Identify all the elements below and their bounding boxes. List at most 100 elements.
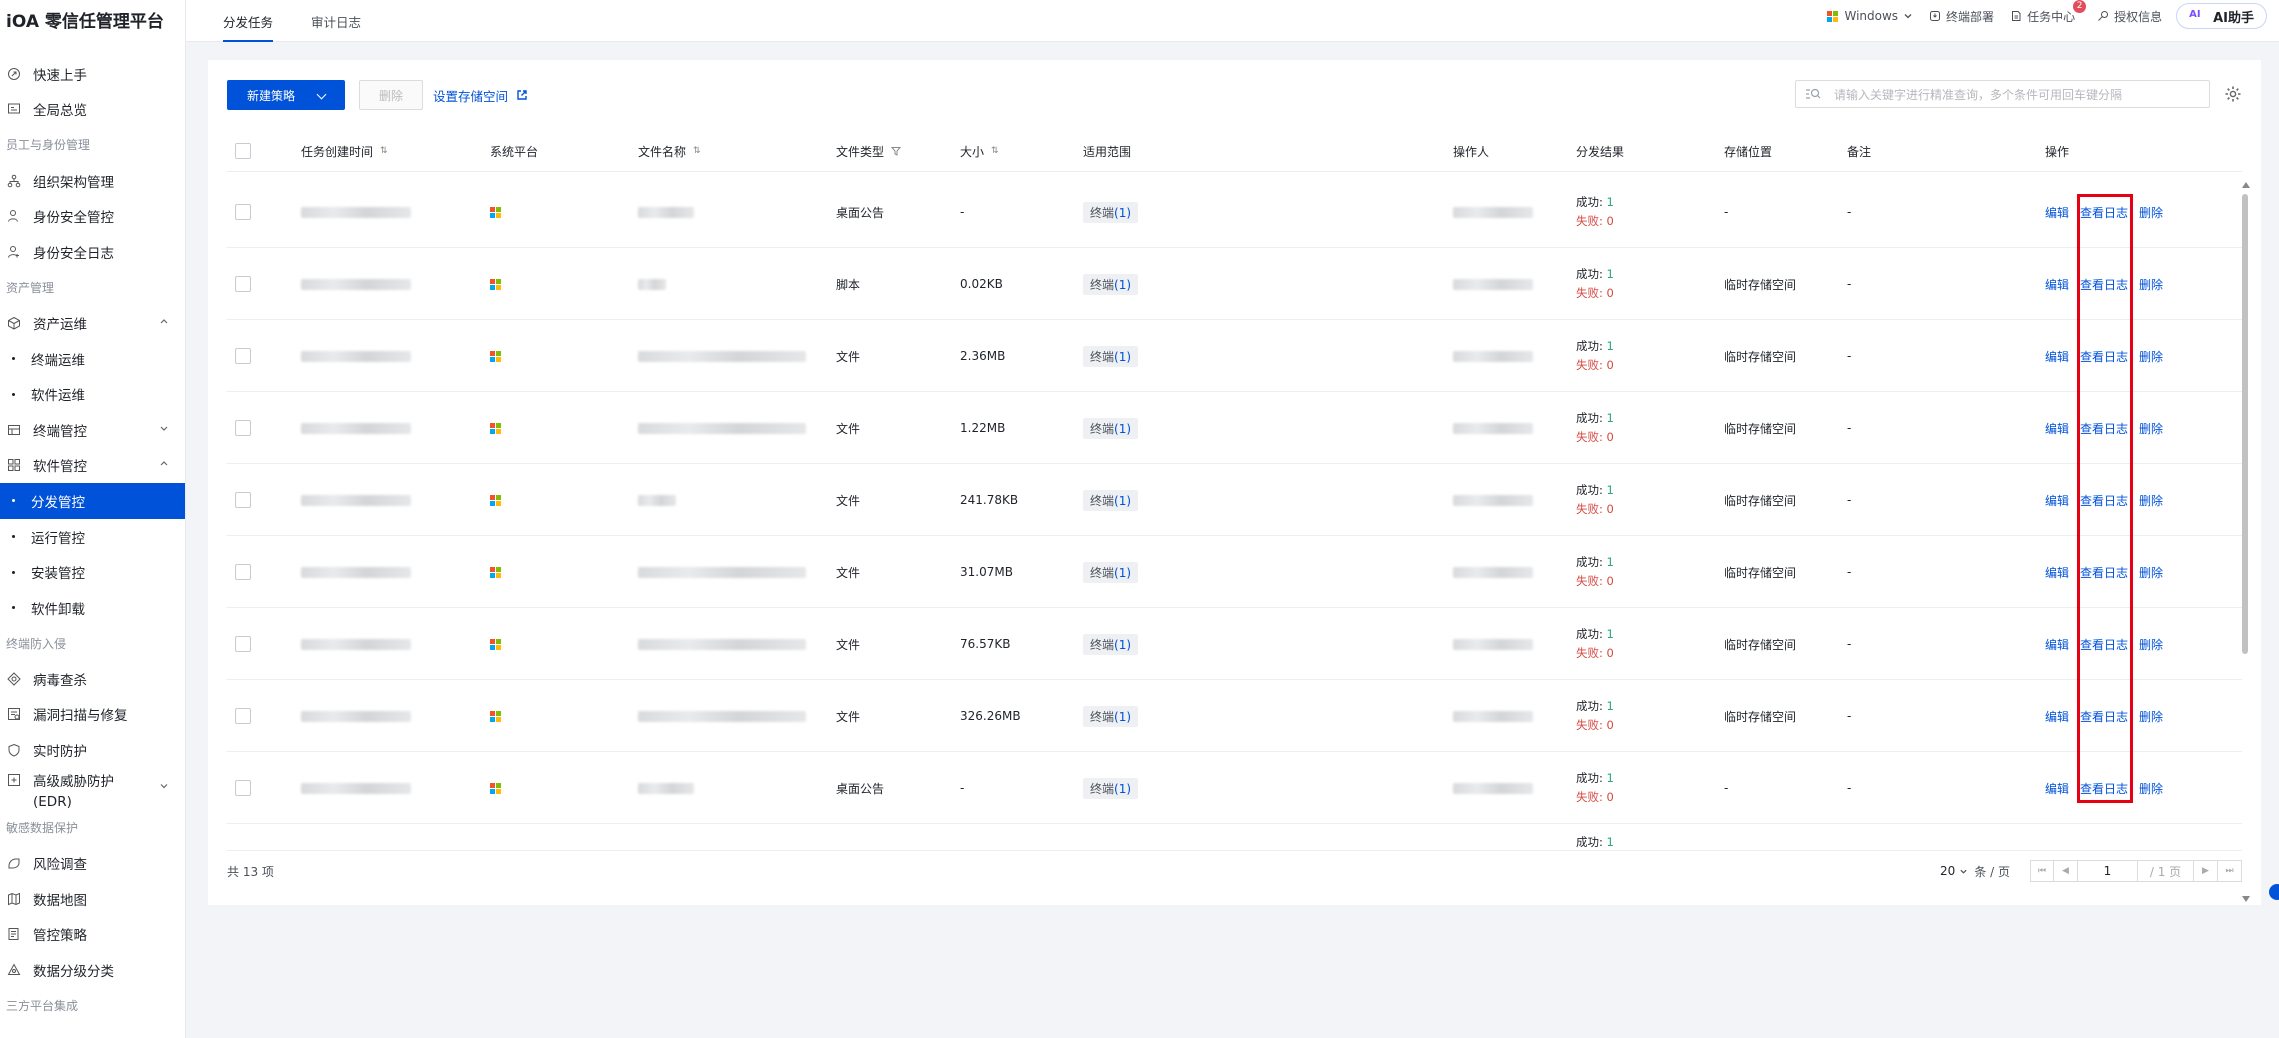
tab-1[interactable]: 审计日志 [311, 0, 361, 42]
delete-button[interactable]: 删除 [359, 80, 423, 110]
sidebar-subitem[interactable]: 安装管控 [0, 554, 185, 590]
sidebar-item[interactable]: 实时防护 [0, 732, 185, 768]
scope-cell[interactable]: 终端(1) [1083, 176, 1139, 248]
page-input[interactable]: 1 [2078, 860, 2138, 882]
success-count[interactable]: 1 [1607, 627, 1614, 641]
view-log-link[interactable]: 查看日志 [2080, 564, 2128, 581]
storage-settings-link[interactable]: 设置存储空间 [433, 80, 528, 110]
sidebar-item[interactable]: 身份安全日志 [0, 234, 185, 270]
sidebar-item[interactable]: 资产运维 [0, 305, 185, 341]
chevron-down-icon[interactable] [159, 423, 169, 436]
search-input[interactable]: 请输入关键字进行精准查询，多个条件可用回车键分隔 [1795, 80, 2210, 108]
row-checkbox[interactable] [235, 176, 251, 248]
col-size[interactable]: 大小 ⇅ [960, 130, 999, 172]
success-count[interactable]: 1 [1607, 483, 1614, 497]
scroll-up-icon[interactable] [2242, 182, 2250, 188]
edit-link[interactable]: 编辑 [2045, 204, 2069, 221]
view-log-link[interactable]: 查看日志 [2080, 636, 2128, 653]
col-filename[interactable]: 文件名称 ⇅ [638, 130, 701, 172]
prev-page-button[interactable]: ◀ [2054, 860, 2078, 882]
view-log-link[interactable]: 查看日志 [2080, 492, 2128, 509]
view-log-link[interactable]: 查看日志 [2080, 348, 2128, 365]
chevron-up-icon[interactable] [159, 316, 169, 329]
success-count[interactable]: 1 [1607, 699, 1614, 713]
success-count[interactable]: 1 [1607, 771, 1614, 785]
sidebar-item[interactable]: 全局总览 [0, 92, 185, 128]
success-count[interactable]: 1 [1607, 267, 1614, 281]
delete-link[interactable]: 删除 [2139, 276, 2163, 293]
next-page-button[interactable]: ▶ [2194, 860, 2218, 882]
edit-link[interactable]: 编辑 [2045, 636, 2069, 653]
fail-count[interactable]: 0 [1607, 574, 1614, 588]
row-checkbox[interactable] [235, 680, 251, 752]
first-page-button[interactable]: ⏮ [2030, 860, 2054, 882]
fail-count[interactable]: 0 [1607, 430, 1614, 444]
scroll-thumb[interactable] [2242, 194, 2248, 654]
success-count[interactable]: 1 [1607, 195, 1614, 209]
scope-tag[interactable]: 终端(1) [1083, 201, 1139, 223]
row-checkbox[interactable] [235, 248, 251, 320]
scope-tag[interactable]: 终端(1) [1083, 633, 1139, 655]
license-button[interactable]: 授权信息 [2097, 8, 2162, 25]
fail-count[interactable]: 0 [1607, 718, 1614, 732]
sidebar-subitem[interactable]: 运行管控 [0, 519, 185, 555]
last-page-button[interactable]: ⏭ [2218, 860, 2242, 882]
scope-cell[interactable]: 终端(1) [1083, 752, 1139, 824]
scope-tag[interactable]: 终端(1) [1083, 417, 1139, 439]
col-created[interactable]: 任务创建时间 ⇅ [301, 130, 388, 172]
page-size-select[interactable]: 20 条 / 页 [1940, 863, 2010, 880]
scope-cell[interactable]: 终端(1) [1083, 392, 1139, 464]
deploy-button[interactable]: 终端部署 [1929, 8, 1994, 25]
sidebar-subitem[interactable]: 分发管控 [0, 483, 185, 519]
fail-count[interactable]: 0 [1607, 646, 1614, 660]
row-checkbox[interactable] [235, 752, 251, 824]
floating-help-dot[interactable] [2269, 884, 2279, 900]
sidebar-item[interactable]: 终端管控 [0, 412, 185, 448]
edit-link[interactable]: 编辑 [2045, 564, 2069, 581]
sidebar-item[interactable]: 软件管控 [0, 448, 185, 484]
edit-link[interactable]: 编辑 [2045, 492, 2069, 509]
sidebar-item[interactable]: 风险调查 [0, 845, 185, 881]
delete-link[interactable]: 删除 [2139, 564, 2163, 581]
sidebar-subitem[interactable]: 软件卸载 [0, 590, 185, 626]
fail-count[interactable]: 0 [1607, 790, 1614, 804]
row-checkbox[interactable] [235, 608, 251, 680]
scope-tag[interactable]: 终端(1) [1083, 489, 1139, 511]
gear-icon[interactable] [2224, 85, 2242, 103]
scope-tag[interactable]: 终端(1) [1083, 345, 1139, 367]
scope-cell[interactable]: 终端(1) [1083, 536, 1139, 608]
view-log-link[interactable]: 查看日志 [2080, 780, 2128, 797]
edit-link[interactable]: 编辑 [2045, 780, 2069, 797]
edit-link[interactable]: 编辑 [2045, 276, 2069, 293]
task-center-button[interactable]: 任务中心 2 [2010, 0, 2087, 25]
success-count[interactable]: 1 [1607, 339, 1614, 353]
sidebar-item[interactable]: 数据分级分类 [0, 952, 185, 988]
chevron-up-icon[interactable] [159, 459, 169, 472]
sidebar-item[interactable]: 数据地图 [0, 881, 185, 917]
edit-link[interactable]: 编辑 [2045, 348, 2069, 365]
delete-link[interactable]: 删除 [2139, 708, 2163, 725]
platform-select[interactable]: Windows [1827, 9, 1913, 23]
scope-tag[interactable]: 终端(1) [1083, 777, 1139, 799]
sidebar-item[interactable]: 管控策略 [0, 917, 185, 953]
scope-tag[interactable]: 终端(1) [1083, 561, 1139, 583]
view-log-link[interactable]: 查看日志 [2080, 204, 2128, 221]
fail-count[interactable]: 0 [1607, 286, 1614, 300]
chevron-down-icon[interactable] [159, 779, 169, 799]
view-log-link[interactable]: 查看日志 [2080, 708, 2128, 725]
sidebar-item[interactable]: 快速上手 [0, 56, 185, 92]
scroll-down-icon[interactable] [2242, 896, 2250, 902]
success-count[interactable]: 1 [1607, 411, 1614, 425]
row-checkbox[interactable] [235, 392, 251, 464]
view-log-link[interactable]: 查看日志 [2080, 276, 2128, 293]
sidebar-subitem[interactable]: 终端运维 [0, 341, 185, 377]
success-count[interactable]: 1 [1607, 835, 1614, 849]
edit-link[interactable]: 编辑 [2045, 420, 2069, 437]
fail-count[interactable]: 0 [1607, 502, 1614, 516]
scope-tag[interactable]: 终端(1) [1083, 705, 1139, 727]
delete-link[interactable]: 删除 [2139, 636, 2163, 653]
delete-link[interactable]: 删除 [2139, 348, 2163, 365]
scope-cell[interactable]: 终端(1) [1083, 680, 1139, 752]
scope-cell[interactable]: 终端(1) [1083, 608, 1139, 680]
delete-link[interactable]: 删除 [2139, 492, 2163, 509]
